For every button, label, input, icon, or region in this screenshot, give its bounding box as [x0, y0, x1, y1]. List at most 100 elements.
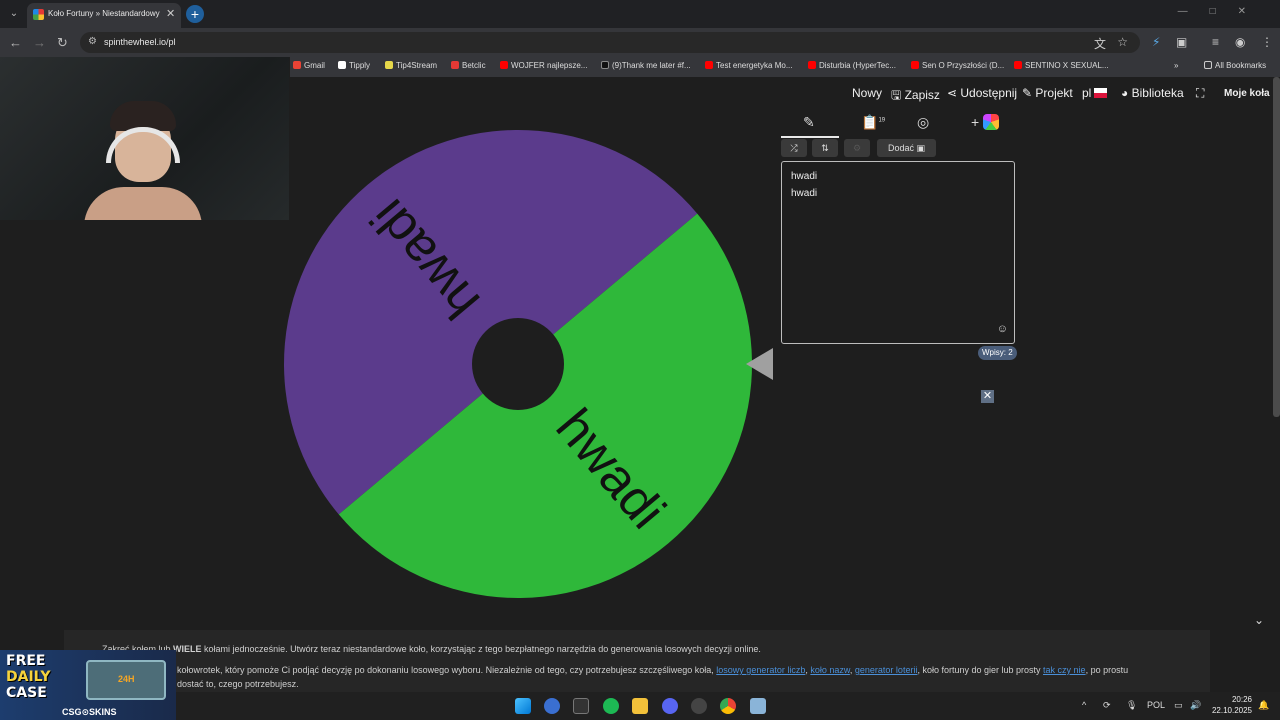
url-text[interactable]: spinthewheel.io/pl: [104, 37, 176, 47]
share-button[interactable]: ⋖ Udostępnij: [947, 86, 1017, 100]
file-explorer-icon[interactable]: [632, 698, 648, 714]
forward-icon[interactable]: →: [33, 35, 46, 50]
lottery-link[interactable]: generator loterii: [855, 665, 918, 675]
tab-close-icon[interactable]: ✕: [166, 7, 175, 20]
sponsor-headline: FREE DAILY CASE: [6, 653, 51, 701]
spin-wheel[interactable]: hwadihwadi: [283, 129, 753, 599]
language-selector[interactable]: pl: [1082, 86, 1108, 100]
fullscreen-icon[interactable]: ⛶: [1196, 86, 1204, 101]
library-button[interactable]: ◕ Biblioteka: [1121, 86, 1184, 100]
tiktok-icon: [601, 61, 609, 69]
back-icon[interactable]: ←: [9, 35, 22, 50]
address-bar[interactable]: ⚙ spinthewheel.io/pl 文 ☆: [80, 32, 1140, 53]
design-button[interactable]: ✎ Projekt: [1022, 86, 1073, 100]
tab-title: Koło Fortuny » Niestandardowy: [48, 9, 160, 18]
betclic-icon: [451, 61, 459, 69]
clipboard-icon: 📋: [861, 114, 879, 130]
tab-favicon-icon: [33, 9, 44, 20]
shuffle-icon: ⤮: [790, 143, 798, 153]
pencil-icon: ✎: [1022, 86, 1036, 100]
tab-results[interactable]: 📋19: [861, 114, 885, 131]
random-number-link[interactable]: losowy generator liczb: [716, 665, 805, 675]
notification-bell-icon[interactable]: 🔔: [1258, 700, 1269, 711]
globe-icon: ◕: [1121, 86, 1132, 100]
close-icon[interactable]: ✕: [981, 390, 994, 403]
media-control-icon[interactable]: ≡: [1212, 35, 1219, 49]
steam-icon[interactable]: [691, 698, 707, 714]
translate-icon[interactable]: 文: [1094, 35, 1106, 52]
reload-icon[interactable]: ↻: [57, 35, 68, 51]
bookmark-item[interactable]: Gmail: [293, 61, 325, 70]
emoji-icon[interactable]: ☺: [997, 323, 1008, 335]
wheel-center-hub[interactable]: [472, 318, 564, 410]
tipply-icon: [338, 61, 346, 69]
bookmark-item[interactable]: Disturbia (HyperTec...: [808, 61, 896, 70]
sort-button[interactable]: ⇅: [812, 139, 838, 157]
copilot-icon[interactable]: [544, 698, 560, 714]
sync-icon[interactable]: ⟳: [1103, 700, 1111, 711]
bookmark-item[interactable]: SENTINO X SEXUAL...: [1014, 61, 1109, 70]
tab-edit[interactable]: ✎: [803, 114, 815, 131]
site-info-icon[interactable]: ⚙: [88, 36, 97, 47]
youtube-icon: [808, 61, 816, 69]
tab-add-wheel[interactable]: +: [971, 114, 1000, 130]
all-bookmarks[interactable]: All Bookmarks: [1204, 61, 1266, 70]
pencil-icon: ✎: [803, 114, 815, 130]
network-icon[interactable]: ▭: [1174, 700, 1183, 711]
bookmarks-overflow-icon[interactable]: »: [1174, 61, 1178, 70]
bookmark-item[interactable]: Sen O Przyszłości (D...: [911, 61, 1004, 70]
extension-icon[interactable]: ⚡: [1152, 35, 1160, 49]
tray-chevron-icon[interactable]: ^: [1082, 700, 1086, 710]
bookmark-item[interactable]: Tip4Stream: [385, 61, 437, 70]
description-line: dostać to, czego potrzebujesz.: [177, 679, 299, 689]
new-tab-button[interactable]: +: [186, 5, 204, 23]
description-section: Zakręć kołem lub WIELE kołami jednocześn…: [64, 630, 1210, 692]
description-line: kołowrotek, który pomoże Ci podjąć decyz…: [177, 665, 1129, 675]
active-tab[interactable]: Koło Fortuny » Niestandardowy ✕: [27, 3, 181, 28]
bookmark-item[interactable]: (9)Thank me later #f...: [601, 61, 691, 70]
window-controls[interactable]: —□✕: [1178, 6, 1268, 17]
microphone-icon[interactable]: 🎙: [1126, 700, 1137, 711]
notepad-icon[interactable]: [750, 698, 766, 714]
youtube-icon: [1014, 61, 1022, 69]
folder-icon: [1204, 61, 1212, 69]
yes-no-link[interactable]: tak czy nie: [1043, 665, 1086, 675]
bookmark-item[interactable]: WOJFER najlepsze...: [500, 61, 587, 70]
volume-icon[interactable]: 🔊: [1190, 700, 1201, 711]
poland-flag-icon: [1094, 88, 1108, 98]
epic-games-icon[interactable]: [573, 698, 589, 714]
name-wheel-link[interactable]: koło nazw: [810, 665, 850, 675]
language-indicator[interactable]: POL: [1147, 700, 1165, 710]
page-scrollbar[interactable]: [1273, 77, 1280, 417]
system-clock[interactable]: 20:26 22.10.2025: [1212, 694, 1252, 716]
my-wheels-button[interactable]: Moje koła: [1224, 88, 1270, 99]
menu-icon[interactable]: ⋮: [1261, 35, 1273, 49]
extensions-puzzle-icon[interactable]: ▣: [1176, 35, 1187, 49]
save-button[interactable]: 🖫 Zapisz: [891, 86, 940, 107]
tab-search-button[interactable]: ⌄: [6, 6, 22, 22]
editor-tabs: ✎ 📋19 ◎ +: [781, 114, 1015, 138]
entries-textarea[interactable]: hwadi hwadi ☺: [781, 161, 1015, 344]
windows-start-icon[interactable]: [515, 698, 531, 714]
entry-line: hwadi: [791, 171, 818, 182]
entry-line: hwadi: [791, 188, 818, 199]
profile-icon[interactable]: ◉: [1235, 35, 1245, 49]
bookmark-item[interactable]: Test energetyka Mo...: [705, 61, 792, 70]
chrome-icon[interactable]: [720, 698, 736, 714]
add-image-button[interactable]: Dodać ▣: [877, 139, 936, 157]
shuffle-button[interactable]: ⤮: [781, 139, 807, 157]
sort-icon: ⇅: [821, 143, 829, 153]
image-settings-button[interactable]: ⚙: [844, 139, 870, 157]
tab-hide[interactable]: ◎: [917, 114, 929, 131]
gear-icon: ⚙: [852, 143, 862, 153]
chevron-down-icon[interactable]: ⌄: [1254, 613, 1264, 627]
new-wheel-button[interactable]: Nowy: [852, 86, 882, 100]
sponsor-brand: CSG⊙SKINS: [62, 707, 117, 717]
bookmark-item[interactable]: Tipply: [338, 61, 370, 70]
youtube-icon: [911, 61, 919, 69]
discord-icon[interactable]: [662, 698, 678, 714]
sponsor-banner[interactable]: FREE DAILY CASE 24H CSG⊙SKINS: [0, 650, 176, 720]
bookmark-item[interactable]: Betclic: [451, 61, 486, 70]
bookmark-star-icon[interactable]: ☆: [1117, 35, 1128, 49]
spotify-icon[interactable]: [603, 698, 619, 714]
